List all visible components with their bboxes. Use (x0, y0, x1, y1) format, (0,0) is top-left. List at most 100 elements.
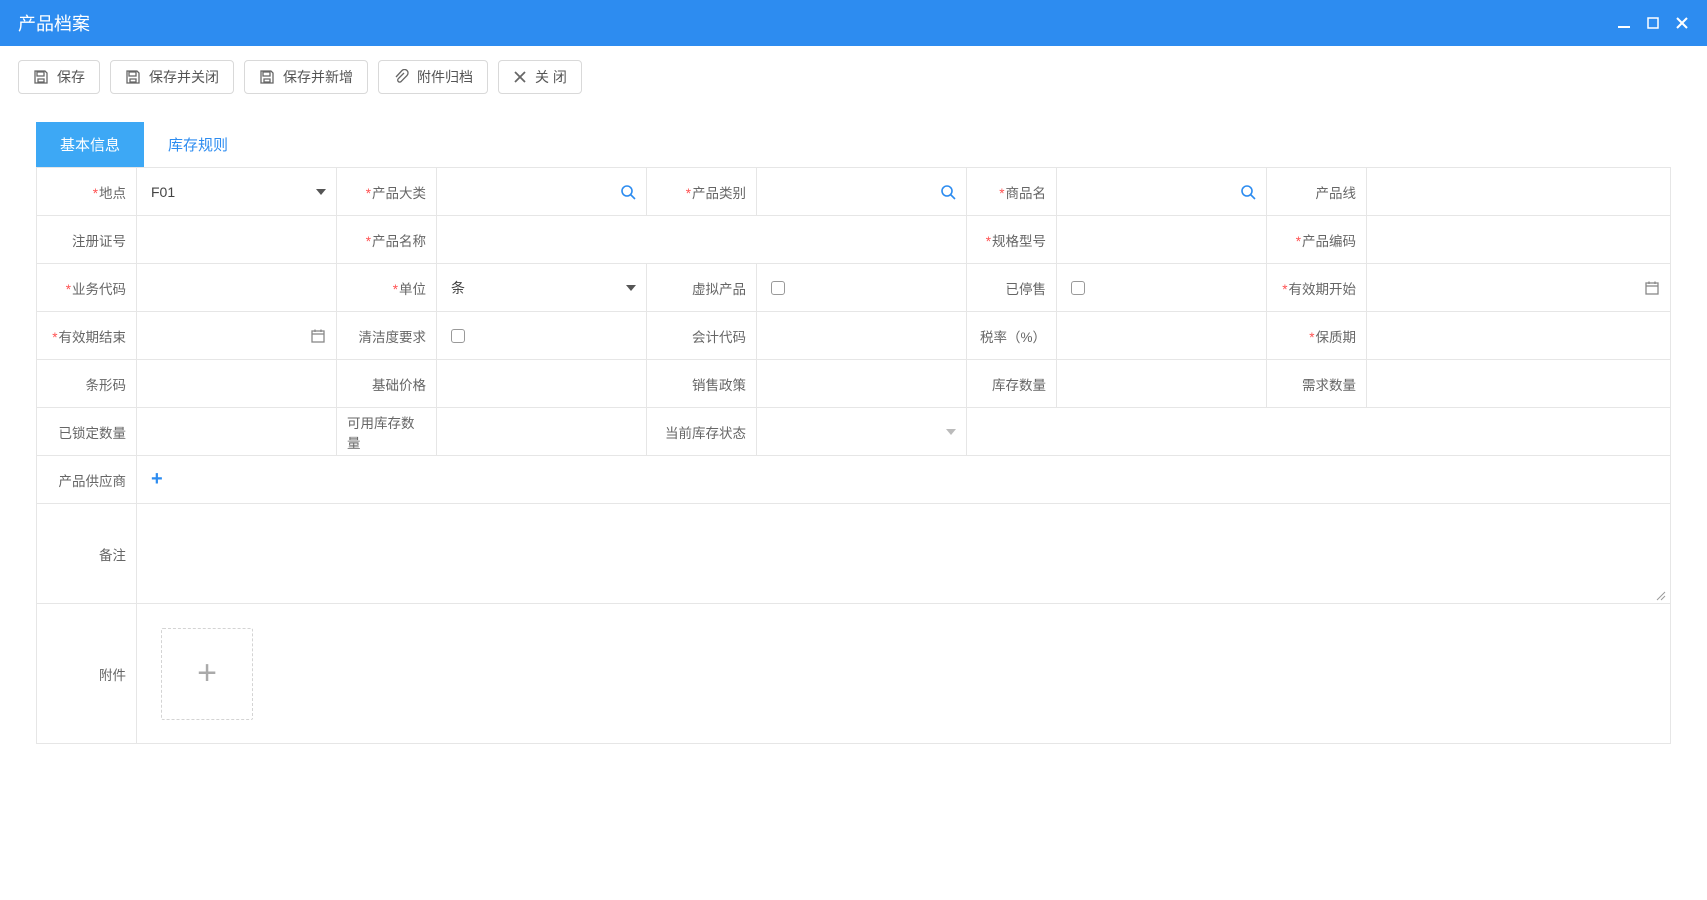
save-new-button[interactable]: 保存并新增 (244, 60, 368, 94)
demand-qty-input[interactable] (1367, 360, 1671, 408)
checkbox-icon (771, 281, 785, 295)
save-button[interactable]: 保存 (18, 60, 100, 94)
tab-bar: 基本信息 库存规则 (36, 122, 1671, 167)
label-cur-stock-state: 当前库存状态 (665, 422, 746, 442)
resize-handle-icon (1654, 589, 1666, 601)
plus-icon: + (151, 468, 163, 491)
minimize-icon[interactable] (1617, 16, 1631, 30)
chevron-down-icon (316, 189, 326, 195)
label-locked-qty: 已锁定数量 (59, 422, 127, 442)
tab-basic-info[interactable]: 基本信息 (36, 122, 144, 167)
tab-stock-rules[interactable]: 库存规则 (144, 122, 252, 167)
search-icon (1240, 184, 1256, 200)
label-stock-qty: 库存数量 (992, 374, 1046, 394)
label-reg-number: 注册证号 (72, 230, 126, 250)
base-price-input[interactable] (437, 360, 647, 408)
stock-qty-input[interactable] (1057, 360, 1267, 408)
calendar-icon (310, 328, 326, 344)
label-available-qty: 可用库存数量 (347, 412, 426, 452)
supplier-add[interactable]: + (137, 456, 1671, 504)
close-icon[interactable] (1675, 16, 1689, 30)
label-tax-rate: 税率（%） (980, 326, 1046, 346)
virtual-product-checkbox[interactable] (757, 264, 967, 312)
save-close-label: 保存并关闭 (149, 67, 219, 87)
label-demand-qty: 需求数量 (1302, 374, 1356, 394)
spec-model-input[interactable] (1057, 216, 1267, 264)
chevron-down-icon (626, 285, 636, 291)
close-button[interactable]: 关 闭 (498, 60, 582, 94)
label-accounting-code: 会计代码 (692, 326, 746, 346)
label-virtual-product: 虚拟产品 (692, 278, 746, 298)
product-line-input[interactable] (1367, 168, 1671, 216)
valid-start-date[interactable] (1367, 264, 1671, 312)
label-commodity-name: 商品名 (999, 182, 1046, 202)
attach-archive-label: 附件归档 (417, 67, 473, 87)
label-location: 地点 (93, 182, 126, 202)
label-spec-model: 规格型号 (986, 230, 1046, 250)
locked-qty-input[interactable] (137, 408, 337, 456)
checkbox-icon (451, 329, 465, 343)
cur-stock-state-select[interactable] (757, 408, 967, 456)
label-discontinued: 已停售 (1006, 278, 1047, 298)
label-unit: 单位 (393, 278, 426, 298)
business-code-input[interactable] (137, 264, 337, 312)
save-icon (125, 69, 141, 85)
search-icon (940, 184, 956, 200)
label-supplier: 产品供应商 (59, 470, 127, 490)
form-grid: 地点 F01 产品大类 产品类别 商品名 (36, 167, 1671, 744)
label-product-line: 产品线 (1316, 182, 1357, 202)
save-icon (33, 69, 49, 85)
window-controls (1617, 16, 1689, 30)
maximize-icon[interactable] (1647, 17, 1659, 29)
paperclip-icon (393, 69, 409, 85)
attachment-area: + (137, 604, 1671, 744)
checkbox-icon (1071, 281, 1085, 295)
tax-rate-input[interactable] (1057, 312, 1267, 360)
label-valid-end: 有效期结束 (52, 326, 126, 346)
product-name-input[interactable] (437, 216, 967, 264)
product-category-lookup[interactable] (437, 168, 647, 216)
label-product-type: 产品类别 (686, 182, 746, 202)
commodity-name-lookup[interactable] (1057, 168, 1267, 216)
label-valid-start: 有效期开始 (1282, 278, 1356, 298)
label-barcode: 条形码 (86, 374, 127, 394)
attachment-add-box[interactable]: + (161, 628, 253, 720)
available-qty-input[interactable] (437, 408, 647, 456)
location-value: F01 (147, 184, 175, 200)
attach-archive-button[interactable]: 附件归档 (378, 60, 488, 94)
save-new-label: 保存并新增 (283, 67, 353, 87)
valid-end-date[interactable] (137, 312, 337, 360)
x-icon (513, 70, 527, 84)
barcode-input[interactable] (137, 360, 337, 408)
product-code-input[interactable] (1367, 216, 1671, 264)
label-product-category: 产品大类 (366, 182, 426, 202)
close-label: 关 闭 (535, 67, 567, 87)
label-product-name: 产品名称 (366, 230, 426, 250)
product-type-lookup[interactable] (757, 168, 967, 216)
accounting-code-input[interactable] (757, 312, 967, 360)
empty-cell (967, 408, 1671, 456)
save-label: 保存 (57, 67, 85, 87)
remark-textarea[interactable] (137, 504, 1671, 604)
discontinued-checkbox[interactable] (1057, 264, 1267, 312)
unit-select[interactable]: 条 (437, 264, 647, 312)
label-business-code: 业务代码 (66, 278, 126, 298)
reg-number-input[interactable] (137, 216, 337, 264)
save-close-button[interactable]: 保存并关闭 (110, 60, 234, 94)
sales-policy-input[interactable] (757, 360, 967, 408)
shelf-life-input[interactable] (1367, 312, 1671, 360)
plus-icon: + (197, 654, 217, 693)
toolbar: 保存 保存并关闭 保存并新增 附件归档 关 闭 (0, 46, 1707, 108)
label-remark: 备注 (99, 544, 126, 564)
chevron-down-icon (946, 429, 956, 435)
label-sales-policy: 销售政策 (692, 374, 746, 394)
clean-req-checkbox[interactable] (437, 312, 647, 360)
unit-value: 条 (447, 278, 465, 298)
save-icon (259, 69, 275, 85)
label-base-price: 基础价格 (372, 374, 426, 394)
label-shelf-life: 保质期 (1309, 326, 1356, 346)
location-select[interactable]: F01 (137, 168, 337, 216)
calendar-icon (1644, 280, 1660, 296)
label-clean-req: 清洁度要求 (359, 326, 427, 346)
page-title: 产品档案 (18, 10, 90, 36)
